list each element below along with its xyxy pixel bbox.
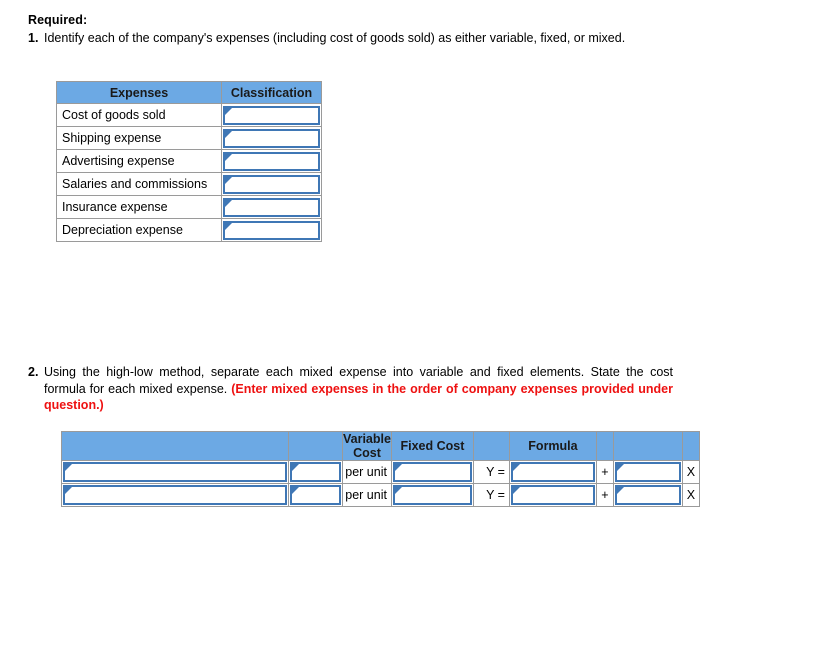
classification-dropdown[interactable] bbox=[223, 220, 320, 240]
table-row: Advertising expense bbox=[56, 149, 322, 173]
column-header-classification: Classification bbox=[221, 81, 322, 104]
classification-dropdown[interactable] bbox=[223, 151, 320, 171]
expense-name-cell bbox=[61, 460, 289, 484]
classification-dropdown[interactable] bbox=[223, 197, 320, 217]
classification-cell bbox=[221, 195, 322, 219]
plus-label: + bbox=[595, 483, 614, 507]
expense-name-dropdown[interactable] bbox=[63, 462, 287, 482]
formula-variable-input[interactable] bbox=[614, 462, 681, 482]
table-row: Insurance expense bbox=[56, 195, 322, 219]
fixed-cost-input[interactable] bbox=[392, 462, 472, 482]
classification-dropdown[interactable] bbox=[223, 128, 320, 148]
formula-fixed-input[interactable] bbox=[510, 485, 595, 505]
classification-cell bbox=[221, 103, 322, 127]
y-equals-label: Y = bbox=[472, 483, 510, 507]
table-header-row: Expenses Classification bbox=[56, 81, 322, 104]
column-header-expenses: Expenses bbox=[56, 81, 222, 104]
question-2-text: Using the high-low method, separate each… bbox=[44, 364, 673, 414]
column-header-formula-spacer-4 bbox=[681, 431, 700, 461]
expense-classification-table: Expenses Classification Cost of goods so… bbox=[56, 81, 322, 242]
variable-cost-input[interactable] bbox=[290, 485, 341, 505]
formula-fixed-cell bbox=[508, 483, 597, 507]
formula-variable-cell bbox=[612, 483, 683, 507]
variable-cost-input[interactable] bbox=[290, 462, 341, 482]
fixed-cost-input[interactable] bbox=[392, 485, 472, 505]
classification-cell bbox=[221, 149, 322, 173]
table-row: per unit Y = + X bbox=[61, 483, 700, 507]
column-header-formula-spacer-2 bbox=[595, 431, 614, 461]
table-row: Shipping expense bbox=[56, 126, 322, 150]
times-label: X bbox=[681, 460, 700, 484]
times-label: X bbox=[681, 483, 700, 507]
table-header-row: Variable Cost Fixed Cost Formula bbox=[61, 431, 700, 461]
expense-name-cell bbox=[61, 483, 289, 507]
question-2: 2. Using the high-low method, separate e… bbox=[28, 364, 673, 414]
question-1-text: Identify each of the company's expenses … bbox=[44, 31, 626, 45]
column-header-fixed-cost: Fixed Cost bbox=[390, 431, 474, 461]
required-label: Required: bbox=[28, 13, 88, 27]
fixed-cost-cell bbox=[390, 483, 474, 507]
formula-fixed-input[interactable] bbox=[510, 462, 595, 482]
table-row: Salaries and commissions bbox=[56, 172, 322, 196]
variable-cost-cell bbox=[288, 483, 343, 507]
per-unit-label: per unit bbox=[342, 483, 392, 507]
expense-name-cell: Salaries and commissions bbox=[56, 172, 222, 196]
fixed-cost-cell bbox=[390, 460, 474, 484]
expense-name-cell: Shipping expense bbox=[56, 126, 222, 150]
column-header-formula: Formula bbox=[508, 431, 597, 461]
column-header-expense-name bbox=[61, 431, 289, 461]
formula-variable-cell bbox=[612, 460, 683, 484]
column-header-variable-cost: Variable Cost bbox=[342, 431, 392, 461]
classification-cell bbox=[221, 172, 322, 196]
question-1: 1. Identify each of the company's expens… bbox=[28, 30, 650, 47]
column-header-variable-cost-spacer bbox=[288, 431, 343, 461]
per-unit-label: per unit bbox=[342, 460, 392, 484]
classification-cell bbox=[221, 126, 322, 150]
formula-fixed-cell bbox=[508, 460, 597, 484]
classification-cell bbox=[221, 218, 322, 242]
question-1-number: 1. bbox=[28, 31, 39, 45]
formula-variable-input[interactable] bbox=[614, 485, 681, 505]
expense-name-cell: Advertising expense bbox=[56, 149, 222, 173]
column-header-formula-spacer-3 bbox=[612, 431, 683, 461]
column-header-formula-spacer bbox=[472, 431, 510, 461]
expense-name-cell: Depreciation expense bbox=[56, 218, 222, 242]
expense-name-cell: Insurance expense bbox=[56, 195, 222, 219]
classification-dropdown[interactable] bbox=[223, 105, 320, 125]
plus-label: + bbox=[595, 460, 614, 484]
question-2-number: 2. bbox=[28, 365, 39, 379]
expense-name-dropdown[interactable] bbox=[63, 485, 287, 505]
cost-formula-table: Variable Cost Fixed Cost Formula per uni… bbox=[61, 431, 700, 507]
classification-dropdown[interactable] bbox=[223, 174, 320, 194]
table-row: Cost of goods sold bbox=[56, 103, 322, 127]
y-equals-label: Y = bbox=[472, 460, 510, 484]
expense-name-cell: Cost of goods sold bbox=[56, 103, 222, 127]
table-row: per unit Y = + X bbox=[61, 460, 700, 484]
variable-cost-cell bbox=[288, 460, 343, 484]
table-row: Depreciation expense bbox=[56, 218, 322, 242]
